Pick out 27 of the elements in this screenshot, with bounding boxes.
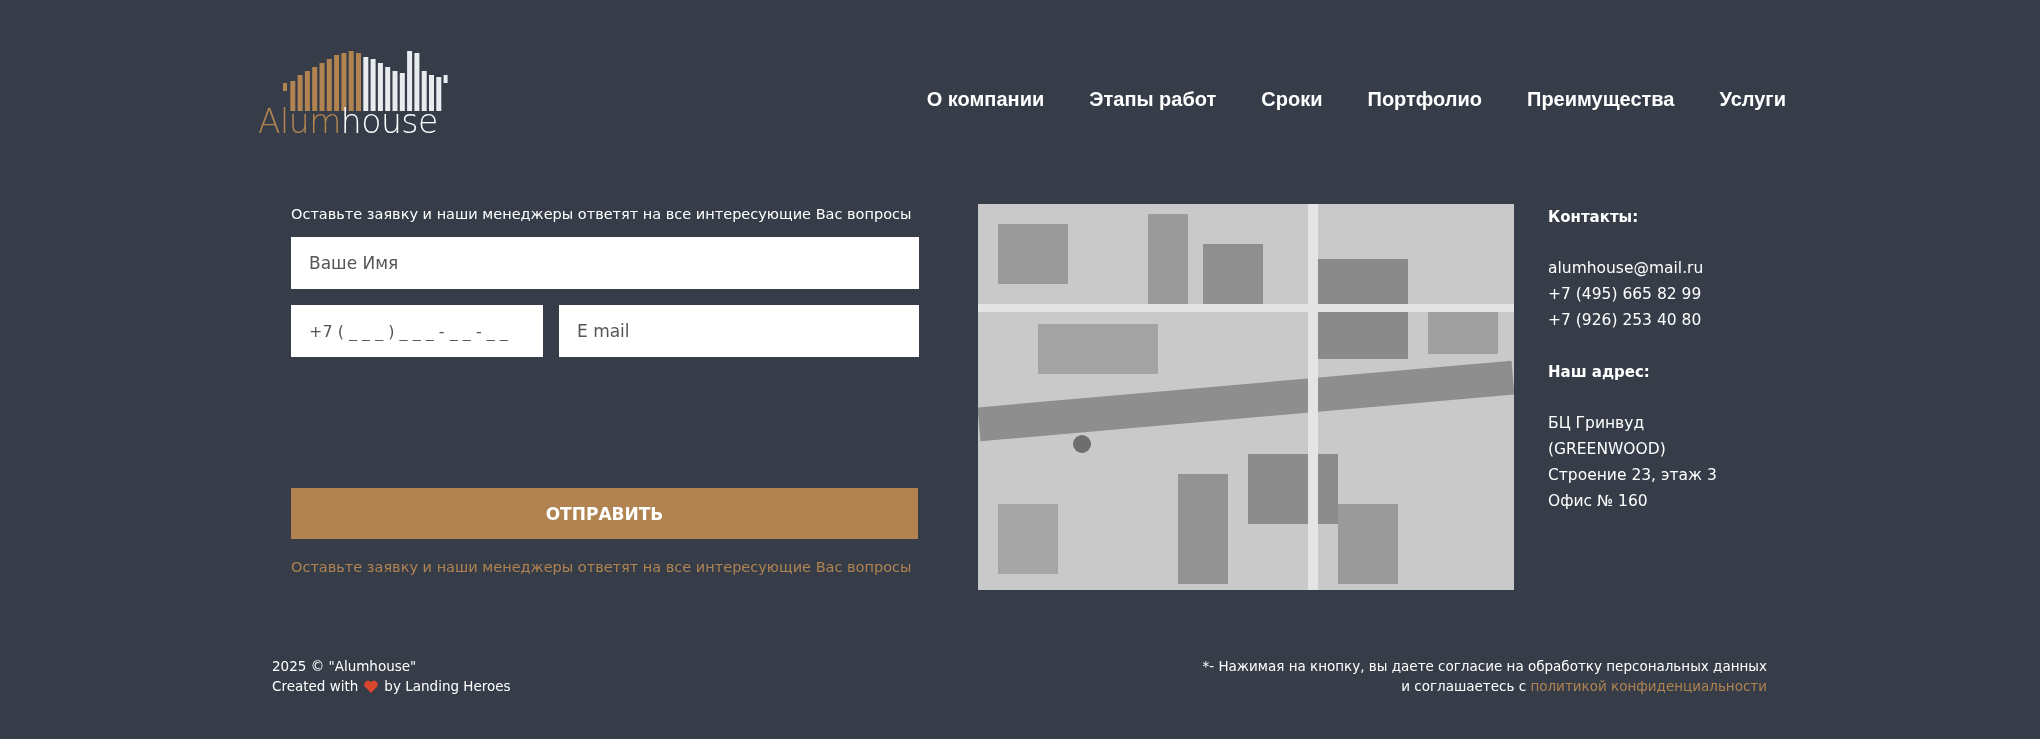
form-note: Оставьте заявку и наши менеджеры ответят на все интересующие Вас вопросы	[291, 559, 913, 575]
name-field[interactable]: Ваше Имя	[291, 237, 919, 289]
heart-icon	[364, 679, 379, 693]
nav-link[interactable]: Преимущества	[1527, 87, 1675, 111]
nav-link[interactable]: Сроки	[1261, 87, 1323, 111]
credit-text: by Landing Heroes	[384, 677, 511, 696]
contacts-heading: Контакты:	[1548, 207, 1640, 228]
address-text: БЦ Гринвуд	[1548, 413, 1646, 434]
credit-text: Created with	[272, 677, 359, 696]
nav-link[interactable]: О компании	[926, 87, 1045, 111]
address-text: (GREENWOOD)	[1548, 439, 1667, 460]
nav-link[interactable]: Портфолио	[1367, 87, 1482, 111]
copyright-text: 2025 © "Alumhouse"	[272, 657, 418, 676]
contact-text: alumhouse@mail.ru	[1548, 258, 1705, 279]
consent-text: и соглашаетесь с политикой конфиденциальности	[1401, 677, 1767, 696]
phone-field[interactable]: +7 ( _ _ _ ) _ _ _ - _ _ - _ _	[291, 305, 543, 357]
logo-wordmark: Alumhouse	[258, 107, 438, 137]
contact-text: +7 (495) 665 82 99	[1548, 284, 1703, 305]
form-intro: Оставьте заявку и наши менеджеры ответят на все интересующие Вас вопросы	[291, 205, 913, 224]
email-field[interactable]: E mail	[559, 305, 919, 357]
contact-text: +7 (926) 253 40 80	[1548, 310, 1703, 331]
address-heading: Наш адрес:	[1548, 362, 1651, 383]
consent-text: *- Нажимая на кнопку, вы даете согласие на обработку персональных данных	[1202, 657, 1767, 676]
address-text: Офис № 160	[1548, 491, 1649, 512]
nav-link[interactable]: Этапы работ	[1089, 87, 1217, 111]
address-text: Строение 23, этаж 3	[1548, 465, 1717, 486]
nav-link[interactable]: Услуги	[1719, 87, 1786, 111]
